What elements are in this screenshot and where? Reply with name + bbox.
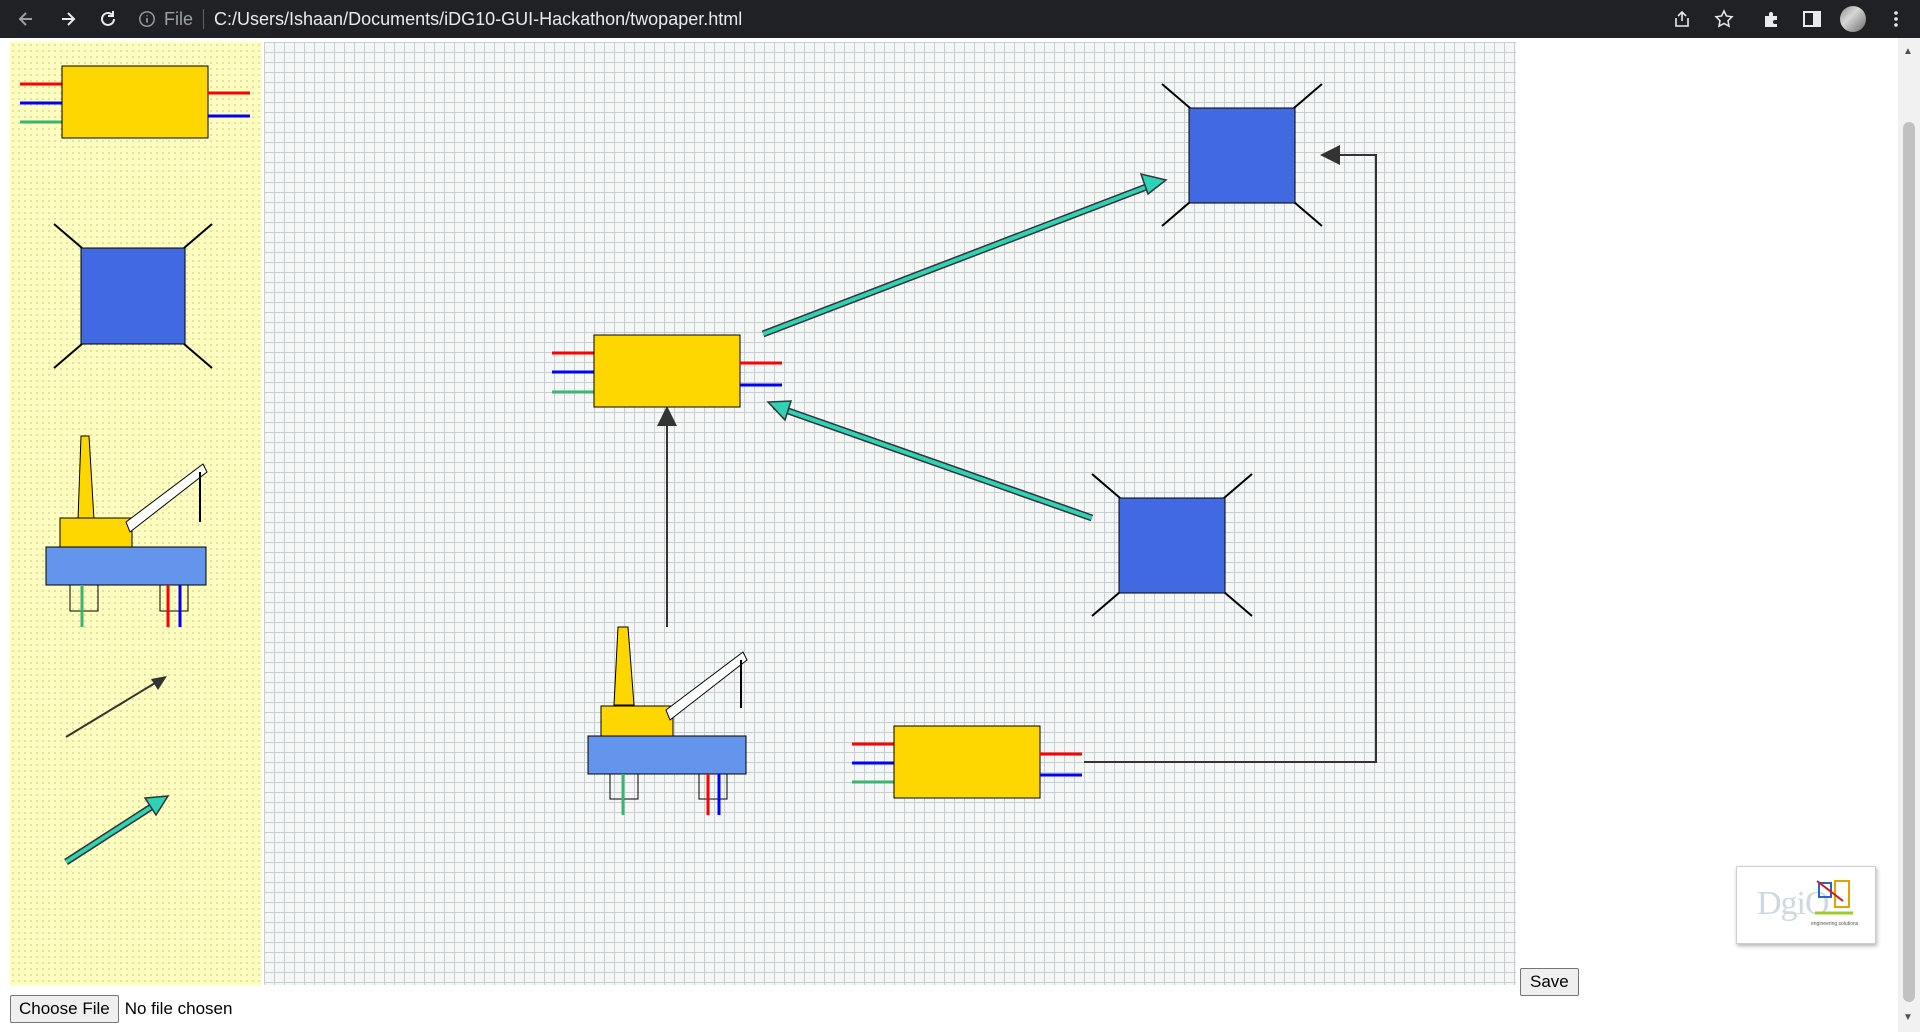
logo-mark-icon [1815, 880, 1853, 915]
palette-black-arrow[interactable] [65, 676, 167, 738]
profile-avatar[interactable] [1840, 6, 1866, 32]
menu-kebab-icon[interactable] [1882, 5, 1910, 33]
component-palette [10, 42, 262, 985]
yellow-connector-module[interactable] [852, 725, 1082, 799]
palette-blue-node[interactable] [53, 223, 213, 369]
save-button[interactable]: Save [1520, 968, 1579, 996]
bookmark-star-icon[interactable] [1710, 5, 1738, 33]
side-panel-icon[interactable] [1798, 5, 1826, 33]
palette-yellow-module[interactable] [20, 65, 250, 139]
url-scheme-label: File [164, 8, 194, 29]
back-arrow-icon[interactable] [12, 5, 40, 33]
info-icon[interactable] [138, 10, 156, 28]
black-elbow-arrow[interactable] [1084, 145, 1377, 763]
palette-offshore-rig[interactable] [45, 435, 208, 627]
blue-square-node[interactable] [1161, 83, 1323, 227]
yellow-connector-module[interactable] [552, 334, 782, 408]
share-icon[interactable] [1668, 5, 1696, 33]
file-status-text: No file chosen [124, 999, 233, 1018]
teal-arrow[interactable] [766, 400, 1094, 522]
logo-subtitle: engineering solutions [1811, 921, 1859, 927]
url-text[interactable]: C:/Users/Ishaan/Documents/iDG10-GUI-Hack… [214, 9, 742, 30]
company-logo: DgiO engineering solutions [1736, 866, 1876, 944]
scroll-thumb[interactable] [1903, 122, 1915, 1002]
extensions-puzzle-icon[interactable] [1758, 5, 1786, 33]
browser-toolbar: File C:/Users/Ishaan/Documents/iDG10-GUI… [0, 0, 1920, 38]
address-bar[interactable]: File C:/Users/Ishaan/Documents/iDG10-GUI… [138, 4, 1678, 34]
blue-square-node[interactable] [1091, 473, 1253, 617]
diagram-canvas[interactable] [264, 42, 1516, 985]
page-scrollbar[interactable]: ▲ ▼ [1898, 38, 1920, 1032]
palette-teal-arrow[interactable] [64, 795, 170, 865]
choose-file-button[interactable]: Choose File [10, 995, 119, 1023]
scroll-up-icon[interactable]: ▲ [1903, 46, 1913, 57]
url-separator [203, 9, 205, 29]
forward-arrow-icon[interactable] [54, 5, 82, 33]
reload-icon[interactable] [94, 5, 122, 33]
scroll-down-icon[interactable]: ▼ [1903, 1012, 1913, 1023]
file-input: Choose File No file chosen [10, 995, 232, 1023]
offshore-rig[interactable] [587, 626, 748, 815]
teal-arrow[interactable] [761, 172, 1168, 338]
